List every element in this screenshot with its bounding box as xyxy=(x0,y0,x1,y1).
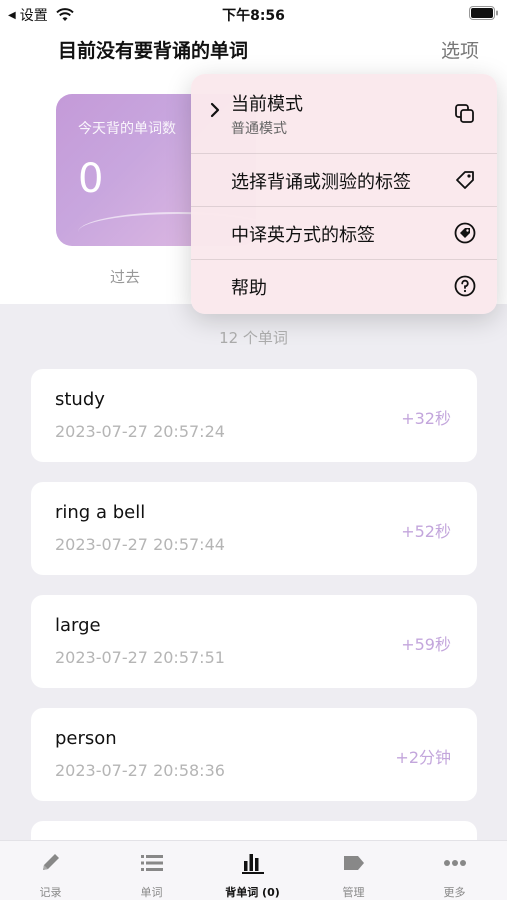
today-count-value: 0 xyxy=(78,156,104,202)
word-duration: +52秒 xyxy=(401,522,451,541)
tab-bar: 记录 单词 背单词 (0) 管理 更多 xyxy=(0,840,507,900)
list-icon xyxy=(140,855,163,871)
help-icon xyxy=(454,275,476,297)
menu-current-mode-value: 普通模式 xyxy=(231,121,287,137)
battery-icon xyxy=(469,6,498,20)
more-icon xyxy=(443,860,466,866)
menu-item-cn-en-tags[interactable]: 中译英方式的标签 xyxy=(191,207,497,260)
tabbar-label: 记录 xyxy=(39,886,62,899)
status-bar: ◀ 设置 下午8:56 xyxy=(0,0,507,28)
word-duration: +32秒 xyxy=(401,409,451,428)
word-duration: +59秒 xyxy=(401,635,451,654)
tabbar-item-more[interactable]: 更多 xyxy=(404,841,505,900)
word-card[interactable]: ring a bell 2023-07-27 20:57:44 +52秒 xyxy=(31,482,477,575)
status-time: 下午8:56 xyxy=(222,8,285,24)
word-timestamp: 2023-07-27 20:57:44 xyxy=(55,535,225,554)
bar-chart-icon xyxy=(241,854,264,874)
word-card[interactable]: study 2023-07-27 20:57:24 +32秒 xyxy=(31,369,477,462)
menu-select-tags-label: 选择背诵或测验的标签 xyxy=(231,172,411,193)
tabbar-label: 单词 xyxy=(140,886,163,899)
word-text: person xyxy=(55,728,117,749)
chevron-right-icon xyxy=(210,102,220,118)
word-count-label: 12 个单词 xyxy=(219,329,288,347)
word-card[interactable]: person 2023-07-27 20:58:36 +2分钟 xyxy=(31,708,477,801)
tabbar-label: 更多 xyxy=(443,886,466,899)
tab-past[interactable]: 过去 xyxy=(110,266,140,287)
tabbar-label: 管理 xyxy=(342,886,365,899)
menu-item-help[interactable]: 帮助 xyxy=(191,260,497,314)
word-timestamp: 2023-07-27 20:58:36 xyxy=(55,761,225,780)
tag-outline-icon xyxy=(456,171,474,189)
word-text: large xyxy=(55,615,101,636)
menu-item-select-tags[interactable]: 选择背诵或测验的标签 xyxy=(191,154,497,207)
word-card-partial[interactable] xyxy=(31,821,477,840)
options-button[interactable]: 选项 xyxy=(441,36,479,63)
copy-icon xyxy=(455,104,474,123)
page-title: 目前没有要背诵的单词 xyxy=(58,40,249,62)
tabbar-item-manage[interactable]: 管理 xyxy=(303,841,404,900)
tabbar-item-record[interactable]: 记录 xyxy=(0,841,101,900)
menu-help-label: 帮助 xyxy=(231,278,267,299)
word-text: ring a bell xyxy=(55,502,146,523)
tabbar-item-words[interactable]: 单词 xyxy=(101,841,202,900)
word-card[interactable]: large 2023-07-27 20:57:51 +59秒 xyxy=(31,595,477,688)
tag-circle-icon xyxy=(454,222,476,244)
menu-cn-en-tags-label: 中译英方式的标签 xyxy=(231,225,375,246)
tabbar-item-recite[interactable]: 背单词 (0) xyxy=(202,841,303,900)
tag-icon xyxy=(343,856,364,870)
pencil-icon xyxy=(42,854,59,870)
today-count-label: 今天背的单词数 xyxy=(78,121,176,137)
options-menu: 当前模式 普通模式 选择背诵或测验的标签 中译英方式的标签 帮助 xyxy=(191,74,497,314)
word-duration: +2分钟 xyxy=(395,748,451,767)
word-text: study xyxy=(55,389,105,410)
menu-current-mode-title: 当前模式 xyxy=(231,94,303,115)
menu-item-current-mode[interactable]: 当前模式 普通模式 xyxy=(191,74,497,154)
word-timestamp: 2023-07-27 20:57:24 xyxy=(55,422,225,441)
tabbar-label: 背单词 (0) xyxy=(225,886,280,899)
word-timestamp: 2023-07-27 20:57:51 xyxy=(55,648,225,667)
